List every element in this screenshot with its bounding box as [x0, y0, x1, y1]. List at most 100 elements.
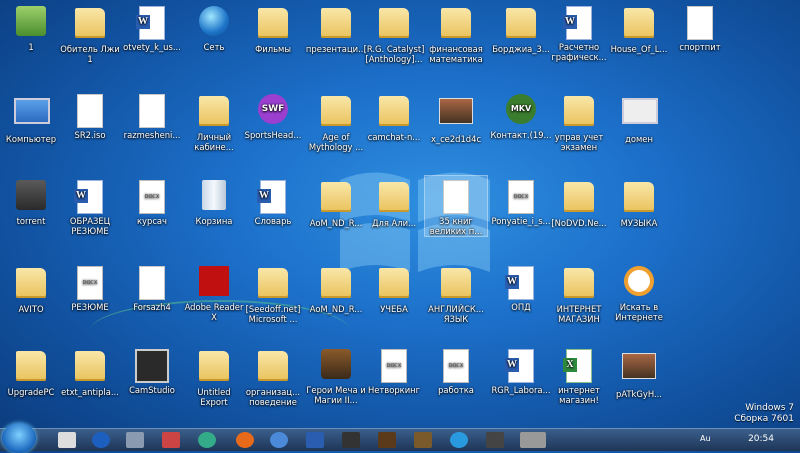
desktop-icon[interactable]: AoM_ND_R... [305, 262, 367, 314]
desktop-icon[interactable]: финансовая математика [425, 2, 487, 64]
desktop-icon[interactable]: организац... поведение [242, 345, 304, 407]
start-button[interactable] [2, 423, 36, 453]
camstudio-taskbar-icon[interactable] [520, 432, 546, 448]
icon-label: torrent [16, 216, 46, 226]
language-indicator[interactable]: Au [700, 434, 711, 443]
icon-label: интернет магазин! [558, 385, 600, 405]
icon-label: 35 книг великих п... [429, 216, 483, 236]
desktop-icon[interactable]: DOCX работка [425, 345, 487, 395]
icon-label: etxt_antipla... [61, 387, 119, 397]
desktop-icon[interactable]: camchat-n... [363, 90, 425, 142]
folder-icon [377, 182, 411, 216]
desktop-icon[interactable]: House_Of_L... [608, 2, 670, 54]
game-icon[interactable] [378, 432, 396, 448]
desktop-icon-selected[interactable]: 35 книг великих п... [424, 175, 488, 237]
document-icon [439, 180, 473, 214]
desktop-icon[interactable]: Xинтернет магазин! [548, 345, 610, 405]
explorer-icon[interactable] [58, 432, 76, 448]
game-icon[interactable] [414, 432, 432, 448]
app-icon[interactable] [126, 432, 144, 448]
desktop-icon[interactable]: спортпит [669, 2, 731, 52]
desktop-icon[interactable]: управ учет экзамен [548, 90, 610, 152]
docx-icon: DOCX [377, 349, 411, 383]
desktop-icon[interactable]: pATkGyH... [608, 345, 670, 399]
word-doc-icon: W [562, 6, 596, 40]
desktop-icon[interactable]: Борджиа_3... [490, 2, 552, 54]
desktop-icon[interactable]: Для Али... [363, 176, 425, 228]
icon-label: Untitled Export [197, 387, 231, 407]
docx-icon: DOCX [504, 180, 538, 214]
folder-icon [319, 96, 353, 130]
desktop-icon[interactable]: Сеть [183, 2, 245, 52]
desktop-icon[interactable]: Adobe Reader X [183, 262, 245, 322]
icon-label: организац... поведение [245, 387, 301, 407]
app-icon[interactable] [92, 432, 110, 448]
desktop-icon[interactable]: SWF SportsHead... [242, 90, 304, 140]
desktop-icon[interactable]: УЧЕБА [363, 262, 425, 314]
desktop-icon[interactable]: Forsazh4 [121, 262, 183, 312]
system-tray: Au 20:54 [700, 429, 800, 451]
desktop-icon[interactable]: АНГЛИЙСК... ЯЗЫК [425, 262, 487, 324]
desktop-icon[interactable]: Age of Mythology ... [305, 90, 367, 152]
app-icon[interactable] [486, 432, 504, 448]
desktop-icon[interactable]: W ОБРАЗЕЦ РЕЗЮМЕ [59, 176, 121, 236]
desktop-icon[interactable]: Компьютер [0, 90, 62, 144]
desktop-icon[interactable]: AVITO [0, 262, 62, 314]
desktop-icon[interactable]: DOCX курсач [121, 176, 183, 226]
desktop-icon[interactable]: [R.G. Catalyst] [Anthology]... [363, 2, 425, 64]
word-doc-icon: W [256, 180, 290, 214]
word-icon[interactable] [306, 432, 324, 448]
desktop-icon[interactable]: W RGR_Labora... [490, 345, 552, 395]
excel-doc-icon: X [562, 349, 596, 383]
desktop-icon[interactable]: ИНТЕРНЕТ МАГАЗИН [548, 262, 610, 324]
desktop-icon[interactable]: Untitled Export [183, 345, 245, 407]
desktop-icon[interactable]: UpgradePC [0, 345, 62, 397]
app-icon[interactable] [270, 432, 288, 448]
desktop-icon[interactable]: Искать в Интернете [608, 262, 670, 322]
desktop-icon[interactable]: x_ce2d1d4c [425, 90, 487, 144]
docx-icon: DOCX [73, 266, 107, 300]
desktop-icon[interactable]: Фильмы [242, 2, 304, 54]
desktop-icon[interactable]: W Расчетно графическ... [548, 2, 610, 62]
clock[interactable]: 20:54 [748, 434, 774, 444]
firefox-icon[interactable] [236, 432, 254, 448]
desktop-icon[interactable]: W Словарь [242, 176, 304, 226]
icon-label: pATkGyH... [616, 389, 662, 399]
desktop-icon[interactable]: [NoDVD.Ne... [548, 176, 610, 228]
chrome-icon[interactable] [198, 432, 216, 448]
icon-label: Нетворкинг [367, 385, 421, 395]
desktop-icon[interactable]: домен [608, 90, 670, 144]
desktop-icon[interactable]: CamStudio [121, 345, 183, 395]
app-icon[interactable] [342, 432, 360, 448]
icon-label: домен [625, 134, 653, 144]
app-icon[interactable] [162, 432, 180, 448]
desktop-icon[interactable]: Герои Меча и Магии II... [305, 345, 367, 405]
desktop-icon[interactable]: torrent [0, 176, 62, 226]
desktop-icon[interactable]: etxt_antipla... [59, 345, 121, 397]
desktop-icon[interactable]: Wotvety_k_us... [121, 2, 183, 52]
icon-label: x_ce2d1d4c [430, 134, 482, 144]
icon-label: Фильмы [255, 44, 291, 54]
icon-label: otvety_k_us... [123, 42, 181, 52]
desktop-icon[interactable]: презентаци... [305, 2, 367, 54]
window-file-icon [622, 98, 658, 132]
desktop-icon[interactable]: razmesheni... [121, 90, 183, 140]
folder-icon [319, 8, 353, 42]
icon-label: SportsHead... [244, 130, 302, 140]
desktop-icon[interactable]: Корзина [183, 176, 245, 226]
desktop-icon[interactable]: Обитель Лжи 1 [59, 2, 121, 64]
docx-icon: DOCX [439, 349, 473, 383]
desktop-icon[interactable]: MKV Контакт.(19... [490, 90, 552, 140]
desktop-icon[interactable]: AoM_ND_R... [305, 176, 367, 228]
desktop-icon[interactable]: МУЗЫКА [608, 176, 670, 228]
desktop-icon[interactable]: Личный кабине... [183, 90, 245, 152]
desktop-icon[interactable]: DOCX Нетворкинг [363, 345, 425, 395]
desktop-icon[interactable]: [Seedoff.net] Microsoft ... [242, 262, 304, 324]
icon-label: Для Али... [371, 218, 417, 228]
skype-icon[interactable] [450, 432, 468, 448]
desktop-icon[interactable]: DOCX РЕЗЮМЕ [59, 262, 121, 312]
desktop-icon[interactable]: W ОПД [490, 262, 552, 312]
desktop-icon[interactable]: SR2.iso [59, 90, 121, 140]
desktop-icon[interactable]: DOCX Ponyatie_i_s... [490, 176, 552, 226]
desktop-icon[interactable]: 1 [0, 2, 62, 52]
